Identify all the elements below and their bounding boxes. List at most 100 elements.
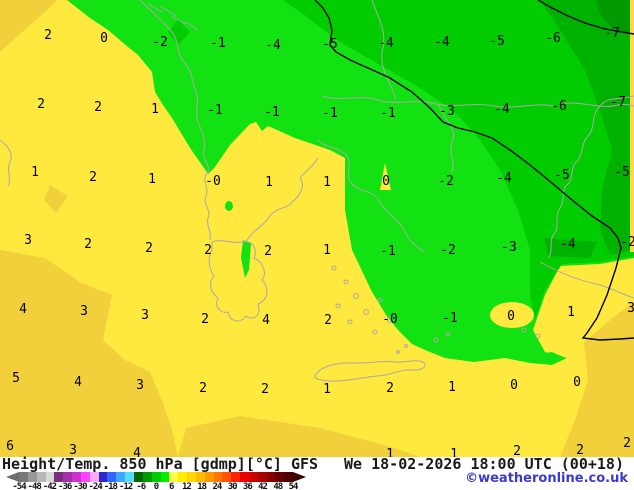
scale-color-segment: [89, 472, 99, 482]
scale-color-segment: [160, 472, 170, 482]
temp-label: 2: [623, 436, 631, 451]
scale-tick: -12: [118, 482, 133, 490]
temp-label: 2: [145, 241, 153, 256]
scale-color-segment: [27, 472, 37, 482]
scale-color-segment: [204, 472, 214, 482]
scale-color-segment: [80, 472, 90, 482]
temp-label: 2: [386, 381, 394, 396]
temp-label: -3: [501, 240, 517, 255]
temp-label: -2: [438, 174, 454, 189]
legend-title: Height/Temp. 850 hPa [gdmp][°C] GFS: [2, 455, 319, 473]
temp-label: 2: [324, 313, 332, 328]
scale-color-segment: [72, 472, 81, 482]
temp-label: 2: [94, 100, 102, 115]
scale-color-segment: [36, 472, 46, 482]
scale-color-segment: [187, 472, 196, 482]
scale-color-segment: [248, 472, 258, 482]
temp-label: 1: [31, 165, 39, 180]
temp-label: -1: [322, 106, 338, 121]
scale-tick: 48: [273, 482, 283, 490]
scale-color-segment: [54, 472, 64, 482]
scale-tick: -48: [27, 482, 42, 490]
temp-label: 2: [264, 244, 272, 259]
scale-color-segment: [45, 472, 55, 482]
temp-label: 1: [265, 175, 273, 190]
temp-label: 3: [24, 233, 32, 248]
temp-label: -0: [382, 312, 398, 327]
scale-tick: -6: [136, 482, 146, 490]
temp-label: -1: [380, 106, 396, 121]
temp-label: 2: [44, 28, 52, 43]
scale-color-segment: [257, 472, 267, 482]
temp-label: -1: [210, 36, 226, 51]
temp-label: -4: [494, 102, 510, 117]
scale-tick: -30: [73, 482, 87, 490]
scale-color-segment: [169, 472, 179, 482]
temp-label: 1: [323, 175, 331, 190]
scale-color-segment: [222, 472, 232, 482]
scale-color-segment: [178, 472, 188, 482]
temp-label: -6: [551, 99, 567, 114]
scale-tick: 54: [288, 482, 299, 490]
temp-label: -1: [264, 105, 280, 120]
temp-label: 0: [507, 309, 515, 324]
temp-label: 4: [262, 313, 270, 328]
temp-label: -2: [620, 235, 634, 250]
scale-color-segment: [133, 472, 143, 482]
scale-tick: 12: [182, 482, 192, 490]
temp-label: 1: [448, 380, 456, 395]
scale-color-segment: [275, 472, 285, 482]
temp-label: 4: [74, 375, 82, 390]
temp-label: 0: [382, 174, 390, 189]
scale-tick: -42: [42, 482, 57, 490]
temp-label: 2: [89, 170, 97, 185]
scale-tick: 18: [197, 482, 207, 490]
copyright-link[interactable]: ©weatheronline.co.uk: [465, 471, 628, 486]
legend-bar: Height/Temp. 850 hPa [gdmp][°C] GFS We 1…: [0, 455, 634, 490]
temp-label: -6: [545, 31, 561, 46]
temp-label: 2: [84, 237, 92, 252]
temp-label: 2: [261, 382, 269, 397]
temp-label: 0: [100, 31, 108, 46]
weather-map-page: 2 0 -2 -1 -4 -5 -4 -4 -5 -6 -7 2 2 1 -1 -1 -1 -1 -3 -4 -6 -7 1…: [0, 0, 634, 490]
temp-label: 3: [80, 304, 88, 319]
colorbar-left-arrow: [6, 472, 19, 482]
scale-tick: 0: [153, 482, 160, 490]
colorbar-segments: [19, 472, 294, 482]
scale-tick: -54: [12, 482, 26, 490]
temp-label: 1: [323, 382, 331, 397]
temp-label: 2: [201, 312, 209, 327]
scale-color-segment: [240, 472, 249, 482]
temp-label: 2: [37, 97, 45, 112]
temp-label: -1: [442, 311, 458, 326]
scale-tick: 24: [212, 482, 222, 490]
temp-label: -1: [380, 244, 396, 259]
scale-color-segment: [19, 472, 28, 482]
scale-color-segment: [107, 472, 117, 482]
temp-label: 2: [204, 243, 212, 258]
temp-label: 2: [199, 381, 207, 396]
temp-label: 1: [148, 172, 156, 187]
temp-label: -5: [322, 37, 338, 52]
temp-label: -4: [560, 237, 576, 252]
temp-label: 1: [151, 102, 159, 117]
temp-label: -4: [434, 35, 450, 50]
scale-tick: -24: [88, 482, 102, 490]
temp-label: -4: [496, 171, 512, 186]
temp-label: 6: [6, 439, 14, 454]
scale-color-segment: [151, 472, 161, 482]
temp-label: 0: [510, 378, 518, 393]
scale-color-segment: [231, 472, 241, 482]
temp-label: 3: [627, 301, 634, 316]
temp-label: -0: [205, 174, 221, 189]
temp-label: -1: [207, 103, 223, 118]
temp-label: -5: [614, 165, 630, 180]
scale-color-segment: [213, 472, 223, 482]
temp-label: -5: [489, 34, 505, 49]
temp-label: -3: [439, 104, 455, 119]
temp-label: 5: [12, 371, 20, 386]
scale-color-segment: [116, 472, 126, 482]
temp-label: -7: [604, 26, 620, 41]
temp-label: -4: [265, 38, 281, 53]
scale-color-segment: [125, 472, 134, 482]
